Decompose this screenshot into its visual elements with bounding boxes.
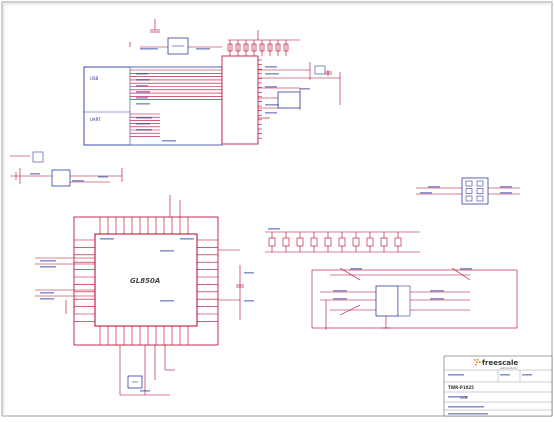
net-label-mark: [136, 103, 150, 105]
net-label-mark: [136, 73, 148, 75]
net-label-mark: [428, 186, 440, 188]
ladder-cap: [310, 237, 318, 247]
ladder-cap: [296, 237, 304, 247]
net-label-mark: [448, 374, 464, 376]
net-label-mark: [180, 238, 194, 240]
net-label-mark: [420, 192, 432, 194]
net-label-mark: [430, 298, 444, 300]
sheet-border: [1, 1, 553, 417]
board-name: TWR-P1025: [448, 385, 474, 390]
net-label-mark: [40, 266, 56, 268]
net-label-mark: [160, 250, 174, 252]
usb-hub-section: GL850A: [35, 195, 244, 396]
net-label-mark: [244, 272, 254, 274]
resistor-array: [227, 40, 289, 56]
usb-phy-ic: [221, 55, 259, 145]
net-label-mark: [140, 48, 158, 50]
net-label-mark: [136, 117, 152, 119]
usb-switch-ic: [375, 285, 399, 317]
esd-protection-section: [416, 177, 520, 205]
brand-subtitle: semiconductor: [500, 367, 518, 370]
net-label-mark: [300, 88, 310, 90]
net-label-mark: [500, 192, 512, 194]
net-label-mark: [40, 260, 56, 262]
phy-small-cap: [314, 65, 326, 75]
usb-block-label: USB: [90, 76, 98, 81]
net-label-mark: [98, 176, 108, 178]
schematic-drawing: USB UART GL850A freescale semiconductor …: [1, 1, 553, 417]
usb-phy-section: USB UART: [83, 19, 341, 146]
net-label-mark: [160, 300, 174, 302]
net-label-mark: [244, 300, 254, 302]
net-label-mark: [265, 66, 277, 68]
net-label-mark: [72, 180, 84, 182]
ladder-cap: [338, 237, 346, 247]
net-label-mark: [100, 238, 114, 240]
net-label-mark: [40, 298, 54, 300]
ladder-cap: [352, 237, 360, 247]
ladder-cap: [366, 237, 374, 247]
net-label-mark: [448, 406, 484, 408]
input-cap: [32, 151, 44, 163]
net-label-mark: [522, 374, 532, 376]
power-switch-ic: [51, 169, 71, 187]
phy-right-network: [258, 62, 341, 119]
brand-name: freescale: [482, 359, 518, 367]
net-label-mark: [30, 173, 40, 175]
net-label-mark: [140, 390, 150, 392]
net-label-mark: [136, 85, 148, 87]
net-label-mark: [196, 48, 210, 50]
net-label-mark: [500, 186, 512, 188]
net-label-mark: [136, 97, 148, 99]
net-label-mark: [265, 86, 277, 88]
net-label-mark: [265, 73, 279, 75]
uart-block-label: UART: [90, 117, 101, 122]
net-label-mark: [40, 292, 54, 294]
net-label-mark: [430, 290, 444, 292]
net-label-mark: [136, 129, 152, 131]
gl850a-label: GL850A: [130, 277, 160, 285]
net-label-mark: [265, 112, 277, 114]
phy-pins: [258, 59, 262, 139]
ladder-rungs: [268, 232, 402, 252]
net-label-mark: [162, 140, 176, 142]
net-label-mark: [350, 268, 362, 270]
resistor-ladder-section: [265, 231, 420, 253]
ladder-cap: [380, 237, 388, 247]
ladder-cap: [268, 237, 276, 247]
usb-switch-ic-2: [397, 285, 411, 317]
net-label-mark: [333, 290, 347, 292]
net-label-mark: [136, 79, 150, 81]
ladder-cap: [282, 237, 290, 247]
power-switch-section: [10, 151, 123, 187]
net-label-mark: [460, 268, 472, 270]
net-label-mark: [136, 91, 150, 93]
ladder-cap: [324, 237, 332, 247]
net-label-mark: [500, 374, 510, 376]
net-label-mark: [268, 228, 280, 230]
schematic-sheet: USB UART GL850A freescale semiconductor …: [0, 0, 554, 418]
net-label-mark: [448, 413, 488, 415]
net-label-mark: [136, 123, 150, 125]
net-label-mark: [448, 396, 468, 398]
phy-small-ic: [277, 91, 301, 109]
ladder-cap: [394, 237, 402, 247]
net-label-mark: [265, 104, 279, 106]
net-label-mark: [333, 298, 347, 300]
